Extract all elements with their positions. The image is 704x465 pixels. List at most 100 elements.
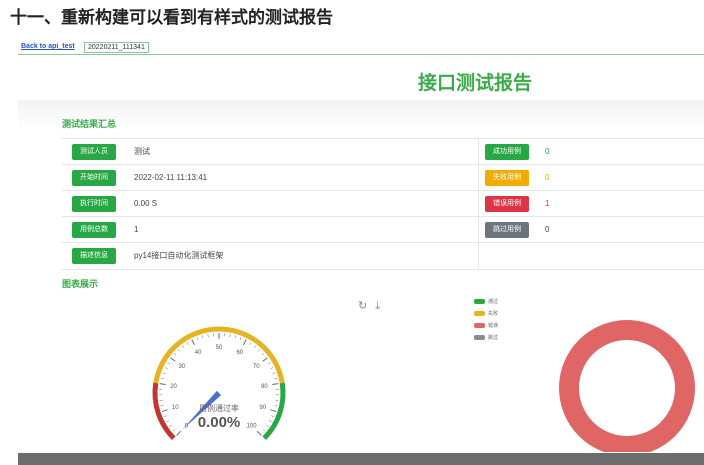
fail-count-button[interactable]: 失败用例 bbox=[485, 170, 529, 186]
gauge-minor-tick bbox=[253, 345, 256, 349]
gauge-tick-label: 50 bbox=[216, 345, 223, 351]
legend-item-fail[interactable]: 失败 bbox=[474, 311, 498, 318]
skip-count-button[interactable]: 跳过用例 bbox=[485, 222, 529, 238]
duration-value: 0.00 S bbox=[134, 199, 158, 208]
summary-row-duration: 执行时间 0.00 S 错误用例 1 bbox=[62, 190, 704, 217]
total-value: 1 bbox=[134, 225, 139, 234]
gauge-tick-label: 60 bbox=[237, 350, 244, 356]
header-shadow-bar bbox=[18, 100, 704, 130]
legend-label: 错误 bbox=[488, 323, 499, 329]
gauge-major-tick bbox=[161, 409, 168, 413]
gauge-tick-label: 90 bbox=[259, 405, 266, 411]
gauge-tick-label: 40 bbox=[195, 350, 202, 356]
summary-row-description: 描述信息 py14接口自动化测试框架 bbox=[62, 242, 704, 270]
description-label-button[interactable]: 描述信息 bbox=[72, 248, 116, 264]
restore-icon[interactable]: ↻ bbox=[358, 300, 367, 312]
gauge-minor-tick bbox=[173, 353, 177, 356]
gauge-minor-tick bbox=[249, 342, 252, 346]
gauge-minor-tick bbox=[163, 415, 167, 418]
gauge-minor-tick bbox=[239, 337, 242, 341]
legend-swatch bbox=[474, 299, 485, 305]
gauge-major-tick bbox=[272, 383, 279, 386]
summary-section-title: 测试结果汇总 bbox=[62, 119, 117, 129]
gauge-minor-tick bbox=[160, 377, 164, 380]
gauge-minor-tick bbox=[266, 424, 269, 427]
gauge-minor-tick bbox=[177, 349, 181, 352]
start-time-value: 2022-02-11 11:13:41 bbox=[134, 173, 208, 182]
gauge-tick-label: 30 bbox=[178, 364, 185, 370]
gauge-major-tick bbox=[243, 339, 247, 346]
skip-count-value: 0 bbox=[545, 225, 550, 234]
legend-swatch bbox=[474, 335, 485, 341]
legend-label: 失败 bbox=[488, 311, 499, 317]
summary-table: 测试人员 测试 成功用例 0 开始时间 2022-02-11 11:13:41 … bbox=[62, 138, 704, 270]
tab-divider bbox=[18, 54, 704, 55]
gauge-minor-tick bbox=[196, 337, 199, 341]
legend-item-pass[interactable]: 通过 bbox=[474, 299, 498, 306]
gauge-major-tick bbox=[256, 430, 262, 436]
gauge-major-tick bbox=[159, 383, 166, 386]
gauge-minor-tick bbox=[274, 405, 278, 407]
gauge-tick-label: 80 bbox=[261, 384, 268, 390]
gauge-tick-label: 10 bbox=[172, 405, 179, 411]
gauge-major-tick bbox=[170, 357, 176, 362]
legend-label: 通过 bbox=[488, 299, 499, 305]
gauge-minor-tick bbox=[172, 429, 176, 432]
gauge-minor-tick bbox=[160, 405, 164, 407]
report-tab[interactable]: 20220211_111341 bbox=[84, 42, 149, 53]
chart-toolbox: ↻ ⤓ bbox=[358, 299, 380, 313]
gauge-minor-tick bbox=[267, 362, 271, 365]
gauge-minor-tick bbox=[274, 377, 278, 380]
report-title: 接口测试报告 bbox=[418, 73, 533, 94]
legend-swatch bbox=[474, 311, 485, 317]
gauge-minor-tick bbox=[271, 415, 275, 418]
gauge-minor-tick bbox=[261, 353, 265, 356]
gauge-minor-tick bbox=[270, 367, 274, 369]
gauge-minor-tick bbox=[257, 349, 261, 352]
legend-label: 跳过 bbox=[488, 335, 499, 341]
description-value: py14接口自动化测试框架 bbox=[134, 251, 224, 260]
bottom-toolbar bbox=[18, 453, 704, 465]
gauge-minor-tick bbox=[262, 429, 266, 432]
legend-item-skip[interactable]: 跳过 bbox=[474, 335, 498, 342]
back-link[interactable]: Back to api_test bbox=[21, 43, 75, 50]
gauge-minor-tick bbox=[162, 372, 166, 374]
gauge-minor-tick bbox=[182, 345, 185, 349]
gauge-minor-tick bbox=[207, 334, 209, 338]
gauge-minor-tick bbox=[234, 335, 236, 339]
save-image-icon[interactable]: ⤓ bbox=[375, 300, 380, 312]
gauge-label: 用例通过率 bbox=[199, 403, 239, 413]
legend-swatch bbox=[474, 323, 485, 329]
gauge-major-tick bbox=[270, 409, 277, 413]
gauge-minor-tick bbox=[229, 334, 231, 338]
gauge-major-tick bbox=[176, 430, 182, 436]
total-label-button[interactable]: 用例总数 bbox=[72, 222, 116, 238]
gauge-minor-tick bbox=[166, 420, 170, 423]
article-heading: 十一、重新构建可以看到有样式的测试报告 bbox=[10, 8, 333, 27]
tester-value: 测试 bbox=[134, 147, 150, 156]
donut-error-slice[interactable] bbox=[559, 320, 695, 452]
pass-rate-gauge: 0102030405060708090100用例通过率0.00% bbox=[152, 326, 286, 441]
gauge-minor-tick bbox=[167, 362, 171, 365]
gauge-minor-tick bbox=[169, 424, 172, 427]
gauge-minor-tick bbox=[164, 367, 168, 369]
summary-row-tester: 测试人员 测试 成功用例 0 bbox=[62, 138, 704, 165]
gauge-tick-label: 20 bbox=[170, 384, 177, 390]
gauge-minor-tick bbox=[272, 372, 276, 374]
result-donut-chart bbox=[559, 320, 695, 452]
charts-section-title: 图表展示 bbox=[62, 279, 99, 289]
gauge-major-tick bbox=[191, 339, 195, 346]
gauge-value: 0.00% bbox=[198, 414, 241, 431]
gauge-minor-tick bbox=[202, 335, 204, 339]
error-count-value: 1 bbox=[545, 199, 550, 208]
error-count-button[interactable]: 错误用例 bbox=[485, 196, 529, 212]
tester-label-button[interactable]: 测试人员 bbox=[72, 144, 116, 160]
start-time-label-button[interactable]: 开始时间 bbox=[72, 170, 116, 186]
success-count-button[interactable]: 成功用例 bbox=[485, 144, 529, 160]
summary-row-start-time: 开始时间 2022-02-11 11:13:41 失败用例 0 bbox=[62, 164, 704, 191]
gauge-minor-tick bbox=[268, 420, 272, 423]
fail-count-value: 0 bbox=[545, 173, 550, 182]
gauge-minor-tick bbox=[186, 342, 189, 346]
duration-label-button[interactable]: 执行时间 bbox=[72, 196, 116, 212]
legend-item-error[interactable]: 错误 bbox=[474, 323, 498, 330]
